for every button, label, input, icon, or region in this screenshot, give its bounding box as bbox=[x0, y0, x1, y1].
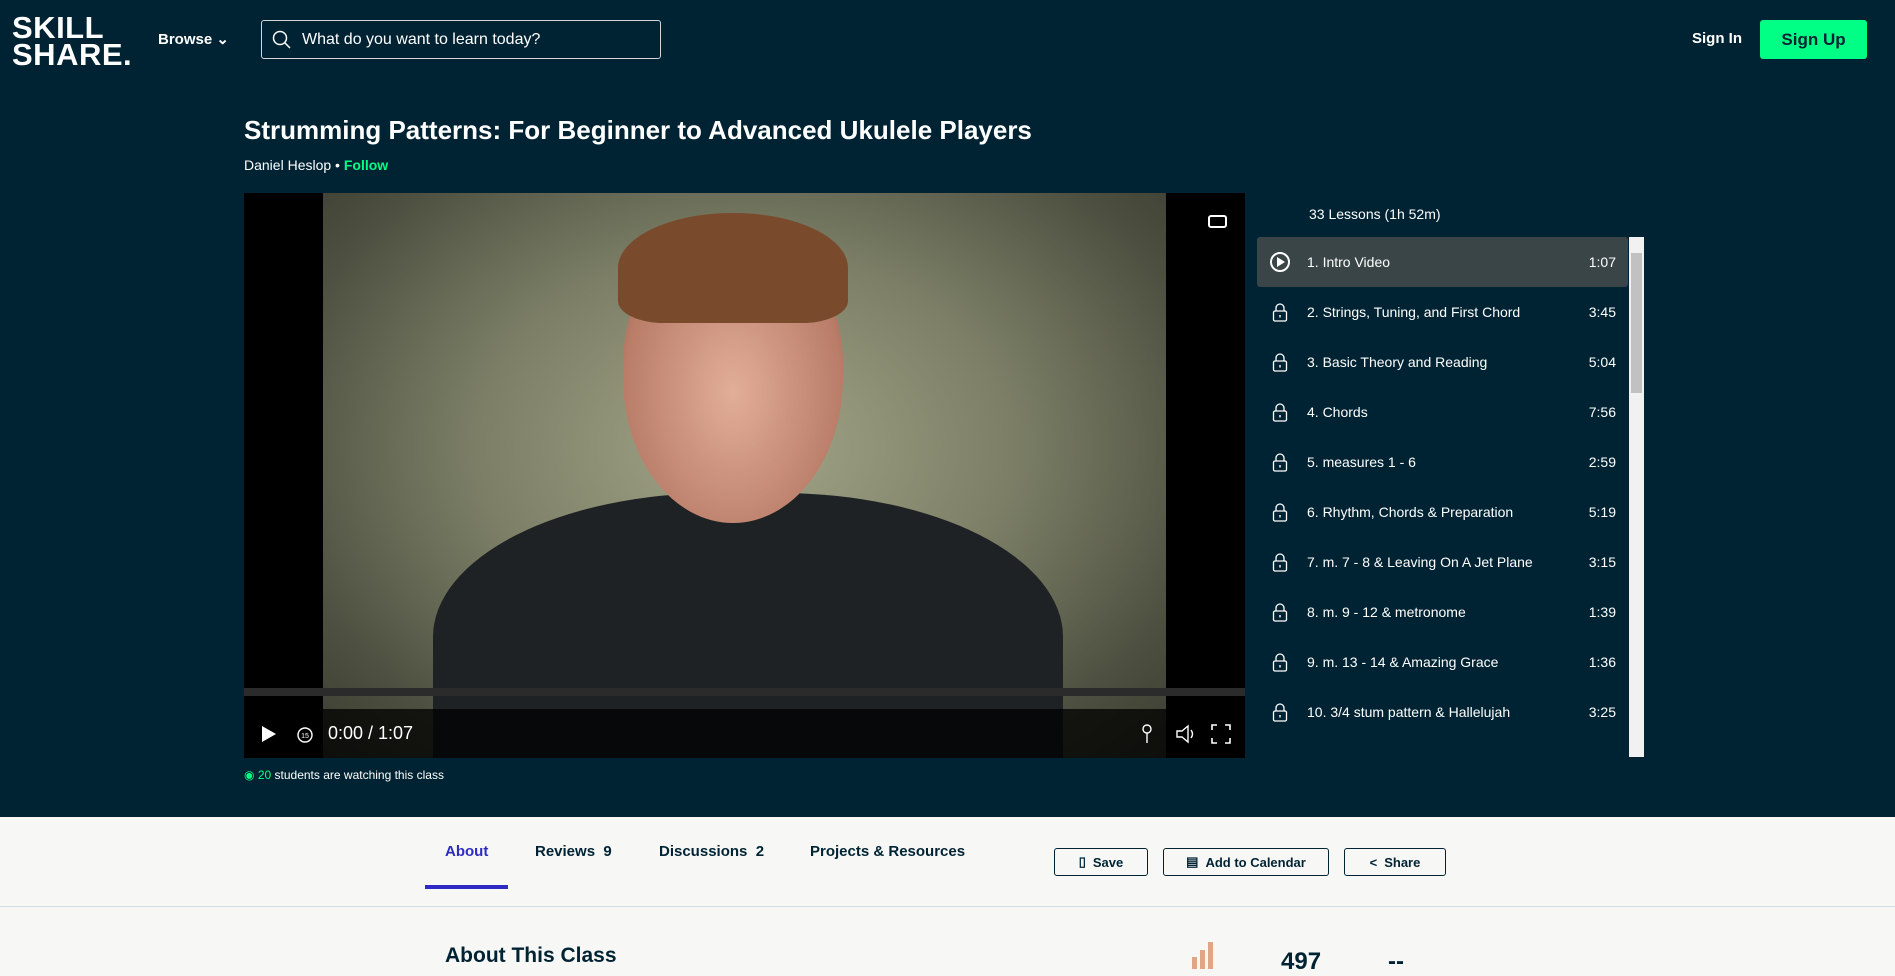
search-icon bbox=[272, 30, 291, 49]
tab-about[interactable]: About bbox=[445, 843, 488, 860]
lesson-duration: 5:04 bbox=[1588, 354, 1616, 370]
picture-in-picture-icon[interactable] bbox=[1208, 215, 1227, 228]
calendar-label: Add to Calendar bbox=[1205, 854, 1306, 870]
svg-text:15: 15 bbox=[301, 733, 309, 740]
lesson-title: 10. 3/4 stum pattern & Hallelujah bbox=[1307, 704, 1511, 720]
search-placeholder: What do you want to learn today? bbox=[302, 30, 541, 48]
share-button[interactable]: < Share bbox=[1344, 848, 1446, 876]
bookmark-icon: ▯ bbox=[1078, 854, 1086, 869]
stat-value: 497 bbox=[1281, 948, 1322, 975]
lessons-summary: 33 Lessons (1h 52m) bbox=[1309, 206, 1441, 222]
author-name[interactable]: Daniel Heslop bbox=[244, 157, 331, 173]
lesson-item[interactable]: 1. Intro Video 1:07 bbox=[1257, 237, 1628, 287]
lock-icon bbox=[1269, 502, 1291, 522]
lesson-item[interactable]: 2. Strings, Tuning, and First Chord 3:45 bbox=[1257, 287, 1628, 337]
tab-discussions[interactable]: Discussions 2 bbox=[659, 843, 764, 860]
lesson-duration: 1:36 bbox=[1588, 654, 1616, 670]
lesson-duration: 3:45 bbox=[1588, 304, 1616, 320]
browse-menu[interactable]: Browse ⌄ bbox=[158, 30, 229, 48]
play-icon[interactable] bbox=[262, 725, 276, 742]
lesson-title: 1. Intro Video bbox=[1307, 254, 1391, 270]
watching-text: students are watching this class bbox=[271, 768, 444, 782]
lesson-title: 2. Strings, Tuning, and First Chord bbox=[1307, 304, 1521, 320]
lock-icon bbox=[1269, 402, 1291, 422]
lesson-item[interactable]: 9. m. 13 - 14 & Amazing Grace 1:36 bbox=[1257, 637, 1628, 687]
lesson-list: 1. Intro Video 1:07 2. Strings, Tuning, an… bbox=[1257, 237, 1644, 757]
course-author: Daniel Heslop • Follow bbox=[244, 157, 389, 173]
save-button[interactable]: ▯ Save bbox=[1054, 848, 1148, 876]
lesson-item[interactable]: 5. measures 1 - 6 2:59 bbox=[1257, 437, 1628, 487]
active-tab-indicator bbox=[425, 885, 508, 889]
lesson-duration: 3:15 bbox=[1588, 554, 1616, 570]
lesson-title: 7. m. 7 - 8 & Leaving On A Jet Plane bbox=[1307, 554, 1533, 570]
eye-icon: ◉ bbox=[244, 768, 255, 782]
calendar-icon: ▤ bbox=[1186, 854, 1199, 869]
lesson-duration: 5:19 bbox=[1588, 504, 1616, 520]
tab-reviews[interactable]: Reviews 9 bbox=[535, 843, 612, 860]
lesson-item[interactable]: 10. 3/4 stum pattern & Hallelujah 3:25 bbox=[1257, 687, 1628, 737]
lesson-item[interactable]: 7. m. 7 - 8 & Leaving On A Jet Plane 3:15 bbox=[1257, 537, 1628, 587]
sign-up-button[interactable]: Sign Up bbox=[1760, 20, 1867, 59]
share-icon: < bbox=[1369, 854, 1378, 870]
lesson-title: 6. Rhythm, Chords & Preparation bbox=[1307, 504, 1514, 520]
lesson-duration: 2:59 bbox=[1588, 454, 1616, 470]
tab-projects-resources[interactable]: Projects & Resources bbox=[810, 843, 965, 860]
lock-icon bbox=[1269, 652, 1291, 672]
watching-number: 20 bbox=[257, 768, 272, 782]
progress-bar[interactable] bbox=[244, 688, 1245, 696]
follow-link[interactable]: Follow bbox=[344, 157, 388, 173]
save-label: Save bbox=[1092, 854, 1124, 870]
lock-icon bbox=[1269, 552, 1291, 572]
skillshare-logo[interactable]: SKILL SHARE. bbox=[12, 12, 132, 70]
lesson-item[interactable]: 6. Rhythm, Chords & Preparation 5:19 bbox=[1257, 487, 1628, 537]
scrollbar[interactable] bbox=[1629, 237, 1644, 757]
lesson-duration: 7:56 bbox=[1588, 404, 1616, 420]
lesson-title: 5. measures 1 - 6 bbox=[1307, 454, 1416, 470]
volume-icon[interactable] bbox=[1175, 724, 1197, 744]
rewind-15-icon[interactable]: 15 bbox=[296, 725, 314, 743]
chevron-down-icon: ⌄ bbox=[216, 31, 229, 48]
lesson-duration: 1:39 bbox=[1588, 604, 1616, 620]
lock-icon bbox=[1269, 352, 1291, 372]
watching-count: ◉ 20 students are watching this class bbox=[244, 768, 444, 782]
lesson-duration: 1:07 bbox=[1588, 254, 1616, 270]
lesson-title: 9. m. 13 - 14 & Amazing Grace bbox=[1307, 654, 1499, 670]
lesson-item[interactable]: 4. Chords 7:56 bbox=[1257, 387, 1628, 437]
lesson-title: 3. Basic Theory and Reading bbox=[1307, 354, 1488, 370]
lesson-title: 8. m. 9 - 12 & metronome bbox=[1307, 604, 1466, 620]
bar-chart-icon bbox=[1192, 942, 1213, 969]
lock-icon bbox=[1269, 602, 1291, 622]
sign-in-link[interactable]: Sign In bbox=[1692, 30, 1742, 47]
browse-label: Browse bbox=[158, 31, 213, 48]
about-heading: About This Class bbox=[445, 944, 617, 967]
lock-icon bbox=[1269, 302, 1291, 322]
share-label: Share bbox=[1384, 854, 1421, 870]
stat-value-2: -- bbox=[1388, 948, 1404, 975]
play-circle-icon bbox=[1269, 251, 1291, 273]
lesson-title: 4. Chords bbox=[1307, 404, 1368, 420]
add-to-calendar-button[interactable]: ▤ Add to Calendar bbox=[1163, 848, 1329, 876]
search-input[interactable]: What do you want to learn today? bbox=[261, 20, 661, 59]
lesson-duration: 3:25 bbox=[1588, 704, 1616, 720]
time-display: 0:00 / 1:07 bbox=[328, 723, 414, 743]
fullscreen-icon[interactable] bbox=[1211, 723, 1231, 744]
lesson-item[interactable]: 8. m. 9 - 12 & metronome 1:39 bbox=[1257, 587, 1628, 637]
lock-icon bbox=[1269, 452, 1291, 472]
video-player[interactable]: 15 0:00 / 1:07 bbox=[244, 193, 1245, 758]
divider bbox=[0, 906, 1895, 907]
video-frame bbox=[323, 193, 1166, 758]
video-controls: 15 0:00 / 1:07 bbox=[244, 709, 1245, 758]
lock-icon bbox=[1269, 702, 1291, 722]
lesson-item[interactable]: 3. Basic Theory and Reading 5:04 bbox=[1257, 337, 1628, 387]
course-title: Strumming Patterns: For Beginner to Adva… bbox=[244, 115, 1032, 145]
pin-icon[interactable] bbox=[1141, 723, 1153, 744]
